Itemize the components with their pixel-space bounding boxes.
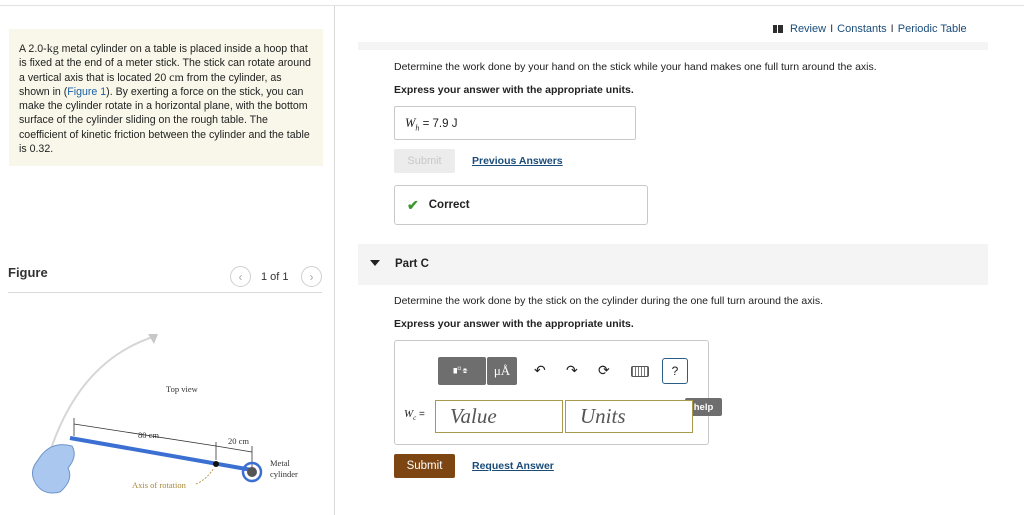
submit-button[interactable]: Submit <box>394 454 455 478</box>
part-c-question: Determine the work done by the stick on … <box>394 295 823 307</box>
unit-kg: kg <box>46 41 59 55</box>
answer-variable: W <box>405 116 416 130</box>
part-b-question: Determine the work done by your hand on … <box>394 61 877 73</box>
label-cylinder: cylinder <box>270 469 298 479</box>
value-input[interactable] <box>435 400 563 433</box>
wc-variable: W <box>404 408 414 420</box>
units-symbol-button[interactable]: μÅ <box>487 357 517 385</box>
label-80cm: 80 cm <box>138 430 159 440</box>
link-separator: I <box>890 23 894 35</box>
submit-button-disabled[interactable]: Submit <box>394 149 455 173</box>
periodic-table-link[interactable]: Periodic Table <box>898 23 967 35</box>
reset-icon[interactable]: ⟳ <box>598 362 610 379</box>
request-answer-link[interactable]: Request Answer <box>472 460 554 472</box>
figure-heading: Figure <box>8 265 48 280</box>
answer-value: = 7.9 J <box>419 118 458 130</box>
part-b-answer-box: Wh = 7.9 J <box>394 106 636 140</box>
label-metal: Metal <box>270 458 290 468</box>
part-c-header[interactable] <box>358 244 988 285</box>
problem-statement: A 2.0-kg metal cylinder on a table is pl… <box>9 29 323 166</box>
meter-stick <box>69 436 253 472</box>
templates-icon <box>453 366 468 374</box>
link-separator: I <box>830 23 834 35</box>
keyboard-icon[interactable] <box>631 366 649 377</box>
label-20cm: 20 cm <box>228 436 249 446</box>
correct-label: Correct <box>428 199 470 211</box>
units-input[interactable] <box>565 400 693 433</box>
axis-point <box>213 461 219 467</box>
panel-divider <box>334 6 335 515</box>
previous-answers-link[interactable]: Previous Answers <box>472 155 563 167</box>
label-axis: Axis of rotation <box>132 480 187 490</box>
problem-text-1: A 2.0- <box>19 43 47 55</box>
templates-button[interactable] <box>438 357 486 385</box>
figure-rule <box>8 292 322 293</box>
constants-link[interactable]: Constants <box>837 23 887 35</box>
caret-down-icon[interactable] <box>370 260 380 266</box>
axis-pointer <box>195 467 215 485</box>
unit-cm: cm <box>169 70 184 85</box>
help-question-button[interactable]: ? <box>662 358 688 384</box>
redo-icon[interactable]: ↷ <box>566 362 578 379</box>
book-icon <box>773 25 783 33</box>
section-band <box>358 42 988 50</box>
top-rule <box>0 5 1024 6</box>
metal-cylinder <box>247 467 257 477</box>
label-top-view: Top view <box>166 384 199 394</box>
review-link[interactable]: Review <box>790 23 826 35</box>
figure-link[interactable]: Figure 1 <box>67 86 106 98</box>
dim-line-20 <box>215 445 253 453</box>
correct-feedback: ✔ Correct <box>394 185 648 225</box>
wc-equals: = <box>416 409 425 420</box>
figure-diagram: Top view 80 cm 20 cm Metal cylinder Axis… <box>32 334 298 494</box>
undo-icon[interactable]: ↶ <box>534 362 546 379</box>
chevron-left-icon[interactable]: ‹ <box>230 266 251 287</box>
check-icon: ✔ <box>407 196 419 213</box>
hand-shape <box>32 444 75 494</box>
chevron-right-icon[interactable]: › <box>301 266 322 287</box>
part-c-title[interactable]: Part C <box>395 258 429 270</box>
wc-label: Wc = <box>404 408 425 422</box>
figure-page-count: 1 of 1 <box>261 271 289 283</box>
part-b-instruction: Express your answer with the appropriate… <box>394 84 634 96</box>
part-c-instruction: Express your answer with the appropriate… <box>394 318 634 330</box>
header-links: Review I Constants I Periodic Table <box>773 23 967 35</box>
